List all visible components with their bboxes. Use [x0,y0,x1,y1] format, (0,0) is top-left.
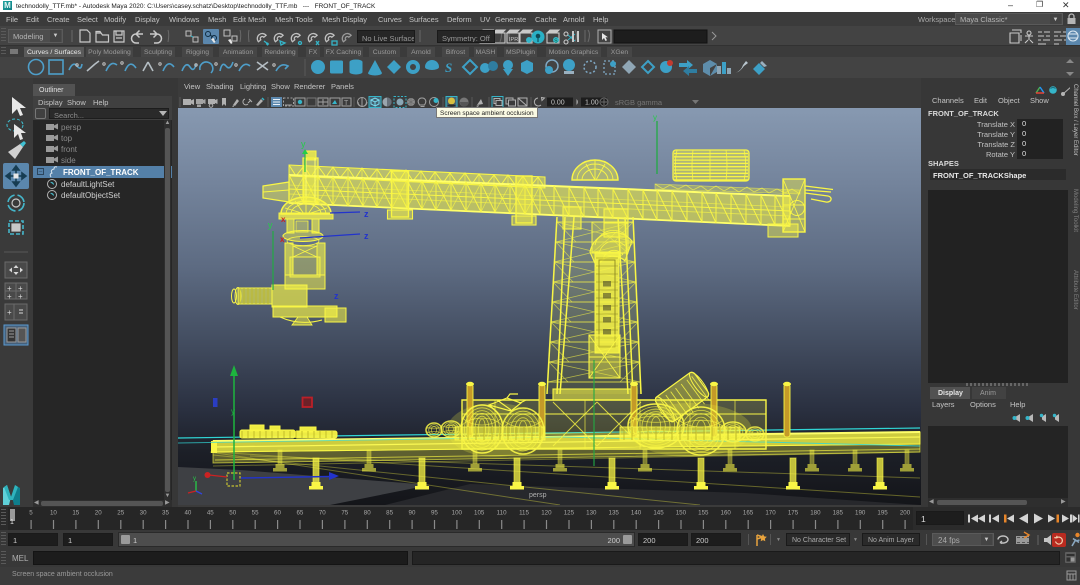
svg-text:195: 195 [877,510,888,517]
svg-text:20: 20 [95,510,102,517]
svg-text:165: 165 [743,510,754,517]
svg-text:160: 160 [721,510,732,517]
svg-text:y: y [268,220,273,230]
svg-text:150: 150 [676,510,687,517]
svg-text:15: 15 [72,510,79,517]
svg-text:1.00: 1.00 [585,100,599,107]
svg-text:200: 200 [900,510,911,517]
svg-text:90: 90 [409,510,416,517]
svg-text:y: y [301,139,306,149]
svg-text:155: 155 [698,510,709,517]
svg-text:120: 120 [541,510,552,517]
svg-text:105: 105 [474,510,485,517]
svg-text:x: x [280,235,285,244]
svg-text:190: 190 [855,510,866,517]
svg-text:60: 60 [274,510,281,517]
svg-text:30: 30 [140,510,147,517]
svg-text:170: 170 [765,510,776,517]
svg-text:y: y [193,476,196,482]
svg-text:125: 125 [564,510,575,517]
svg-text:55: 55 [252,510,259,517]
svg-text:z: z [364,209,369,219]
svg-text:80: 80 [364,510,371,517]
svg-text:180: 180 [810,510,821,517]
svg-text:z: z [334,291,339,301]
svg-text:50: 50 [229,510,236,517]
svg-text:IPR: IPR [509,37,518,43]
svg-text:130: 130 [586,510,597,517]
svg-text:+: + [7,308,12,317]
svg-text:65: 65 [296,510,303,517]
svg-text:100: 100 [452,510,463,517]
svg-text:40: 40 [184,510,191,517]
svg-text:+: + [7,292,12,301]
svg-text:175: 175 [788,510,799,517]
svg-text:y: y [653,113,657,122]
svg-text:5: 5 [29,510,33,517]
svg-text:y: y [231,407,235,416]
svg-text:185: 185 [833,510,844,517]
svg-text:0.00: 0.00 [551,100,565,107]
svg-text:110: 110 [497,510,507,517]
svg-text:140: 140 [631,510,642,517]
svg-text:45: 45 [207,510,214,517]
svg-text:95: 95 [431,510,438,517]
svg-text:85: 85 [386,510,393,517]
svg-text:25: 25 [117,510,124,517]
svg-text:145: 145 [653,510,664,517]
svg-text:S: S [445,60,452,75]
svg-text:sRGB gamma: sRGB gamma [615,98,663,107]
svg-text:35: 35 [162,510,169,517]
svg-text:115: 115 [519,510,529,517]
svg-text:135: 135 [609,510,620,517]
svg-text:T: T [344,100,349,107]
svg-text:10: 10 [50,510,57,517]
svg-text:70: 70 [319,510,326,517]
svg-text:z: z [364,231,369,241]
svg-text:x: x [281,215,286,224]
svg-text:+: + [18,292,23,301]
svg-text:75: 75 [341,510,348,517]
